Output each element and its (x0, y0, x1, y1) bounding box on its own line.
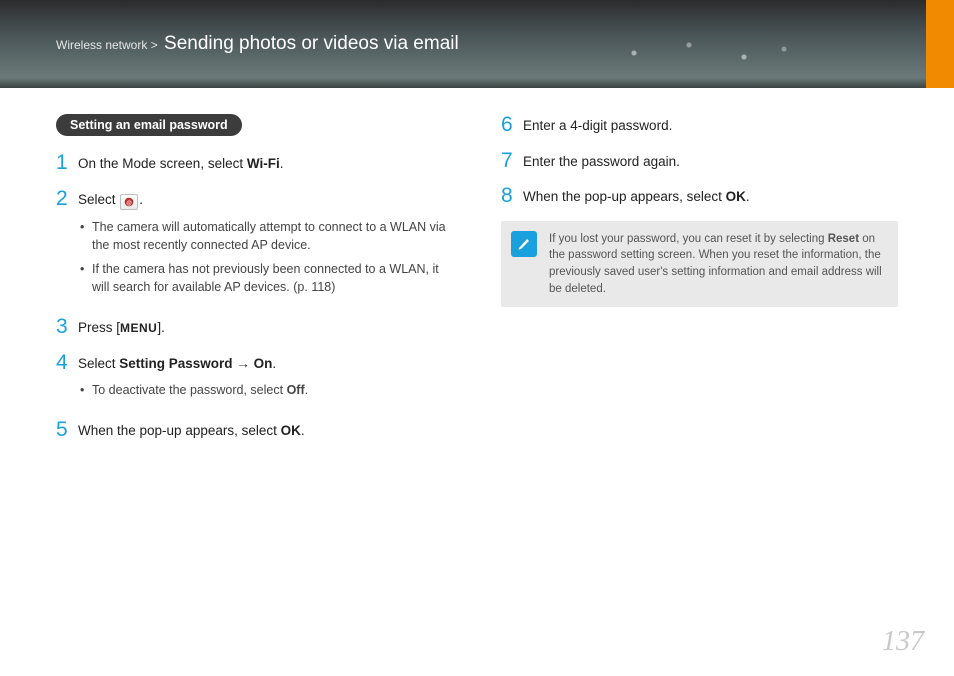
content-area: Setting an email password 1 On the Mode … (0, 88, 954, 455)
step-number: 6 (501, 114, 523, 135)
step-number: 8 (501, 185, 523, 206)
text: Select (78, 356, 119, 371)
email-app-icon: @ (120, 194, 138, 210)
step-3: 3 Press [MENU]. (56, 316, 453, 338)
text: When the pop-up appears, select (523, 189, 726, 204)
step-text: When the pop-up appears, select OK. (523, 185, 750, 207)
bullet-item: The camera will automatically attempt to… (78, 218, 453, 254)
bold-text: Setting Password (119, 356, 232, 371)
step-1: 1 On the Mode screen, select Wi-Fi. (56, 152, 453, 174)
note-text: If you lost your password, you can reset… (549, 231, 884, 298)
right-column: 6 Enter a 4-digit password. 7 Enter the … (501, 114, 898, 455)
step-5: 5 When the pop-up appears, select OK. (56, 419, 453, 441)
page-title: Sending photos or videos via email (164, 33, 459, 54)
text: . (139, 192, 143, 207)
text: . (272, 356, 276, 371)
step-number: 3 (56, 316, 78, 337)
text: To deactivate the password, select (92, 383, 287, 397)
note-icon (511, 231, 537, 257)
step-number: 5 (56, 419, 78, 440)
sub-bullets: The camera will automatically attempt to… (78, 218, 453, 297)
bullet-item: To deactivate the password, select Off. (78, 381, 308, 399)
section-heading: Setting an email password (56, 114, 242, 136)
step-7: 7 Enter the password again. (501, 150, 898, 172)
text: When the pop-up appears, select (78, 423, 281, 438)
left-column: Setting an email password 1 On the Mode … (56, 114, 453, 455)
breadcrumb-prefix: Wireless network > (56, 38, 161, 52)
step-8: 8 When the pop-up appears, select OK. (501, 185, 898, 207)
step-number: 1 (56, 152, 78, 173)
text: . (746, 189, 750, 204)
text: ]. (157, 320, 165, 335)
bold-text: OK (726, 189, 746, 204)
page-number: 137 (882, 626, 924, 658)
step-text: On the Mode screen, select Wi-Fi. (78, 152, 283, 174)
sub-bullets: To deactivate the password, select Off. (78, 381, 308, 399)
step-6: 6 Enter a 4-digit password. (501, 114, 898, 136)
step-number: 7 (501, 150, 523, 171)
text: If you lost your password, you can reset… (549, 233, 828, 245)
text: . (305, 383, 308, 397)
svg-text:@: @ (127, 200, 133, 206)
step-4: 4 Select Setting Password → On. To deact… (56, 352, 453, 406)
step-2: 2 Select @. The camera will automaticall… (56, 188, 453, 303)
bullet-item: If the camera has not previously been co… (78, 260, 453, 296)
arrow: → (233, 356, 254, 371)
step-text: Select @. The camera will automatically … (78, 188, 453, 303)
menu-button-label: MENU (120, 321, 157, 335)
bold-text: OK (281, 423, 301, 438)
page-header: Wireless network > Sending photos or vid… (0, 0, 954, 88)
bold-text: Wi-Fi (247, 156, 280, 171)
text: Press [ (78, 320, 120, 335)
step-text: Enter the password again. (523, 150, 680, 172)
info-note: If you lost your password, you can reset… (501, 221, 898, 308)
section-tab (926, 0, 954, 88)
breadcrumb: Wireless network > Sending photos or vid… (56, 33, 459, 55)
step-text: Select Setting Password → On. To deactiv… (78, 352, 308, 406)
bold-text: Reset (828, 233, 859, 245)
text: . (301, 423, 305, 438)
step-number: 4 (56, 352, 78, 373)
bold-text: Off (287, 383, 305, 397)
step-text: Press [MENU]. (78, 316, 165, 338)
step-number: 2 (56, 188, 78, 209)
text: Select (78, 192, 119, 207)
bold-text: On (254, 356, 273, 371)
text: On the Mode screen, select (78, 156, 247, 171)
text: . (280, 156, 284, 171)
step-text: Enter a 4-digit password. (523, 114, 672, 136)
step-text: When the pop-up appears, select OK. (78, 419, 305, 441)
